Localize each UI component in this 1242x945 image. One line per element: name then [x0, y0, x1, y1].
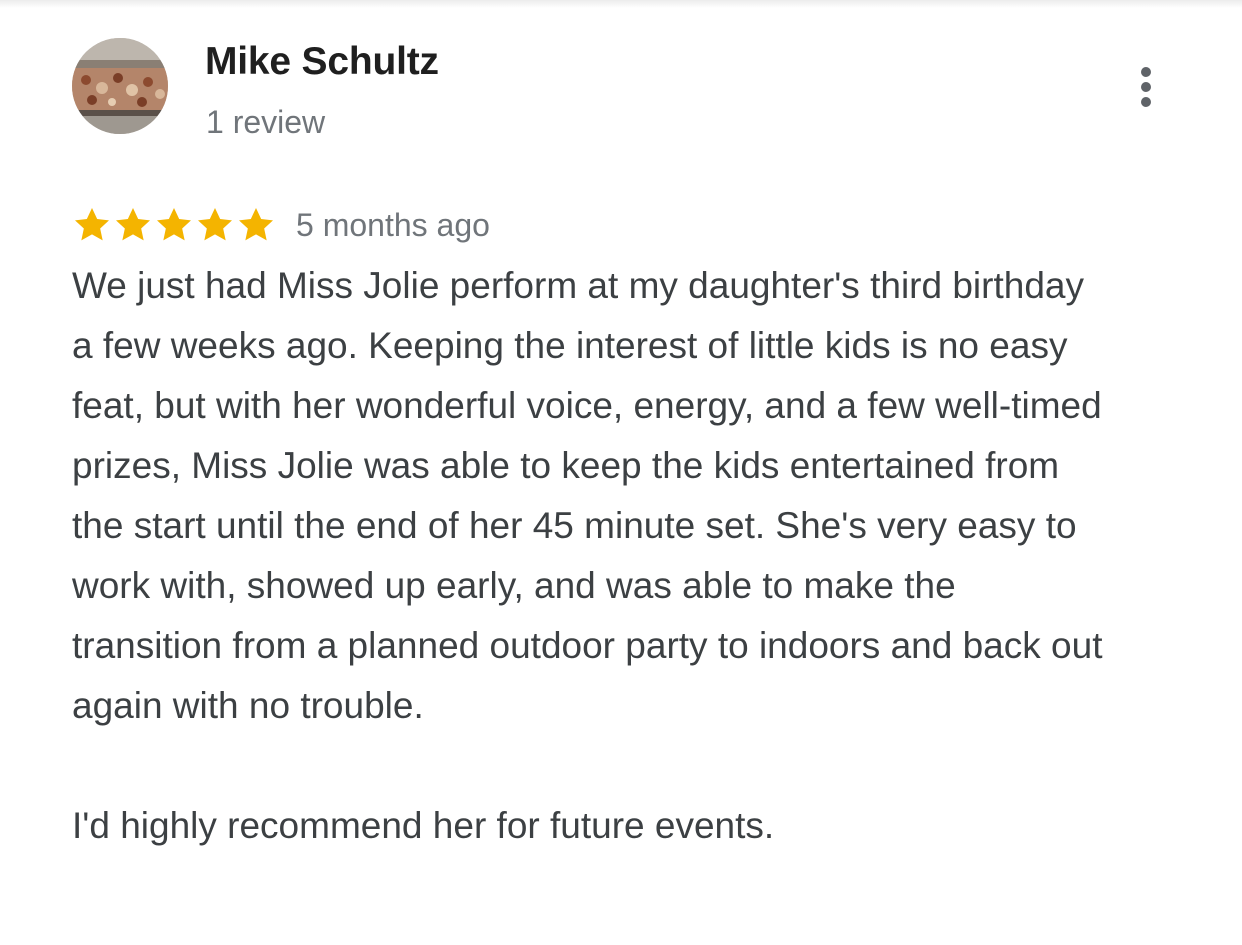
star-rating: [72, 205, 276, 245]
review-paragraph: We just had Miss Jolie perform at my dau…: [72, 265, 1103, 726]
star-icon: [195, 205, 235, 245]
review-date: 5 months ago: [296, 206, 490, 243]
review-body: We just had Miss Jolie perform at my dau…: [72, 256, 1112, 856]
author-review-count[interactable]: 1 review: [206, 104, 325, 141]
rating-row: 5 months ago: [72, 202, 490, 248]
top-divider: [0, 0, 1242, 8]
star-icon: [236, 205, 276, 245]
more-vert-icon: [1141, 67, 1151, 77]
author-avatar[interactable]: [72, 38, 168, 134]
more-options-button[interactable]: [1124, 62, 1168, 112]
food-photo-avatar-icon: [72, 38, 168, 134]
star-icon: [113, 205, 153, 245]
star-icon: [72, 205, 112, 245]
author-name[interactable]: Mike Schultz: [205, 40, 439, 84]
star-icon: [154, 205, 194, 245]
review-paragraph: I'd highly recommend her for future even…: [72, 805, 775, 846]
